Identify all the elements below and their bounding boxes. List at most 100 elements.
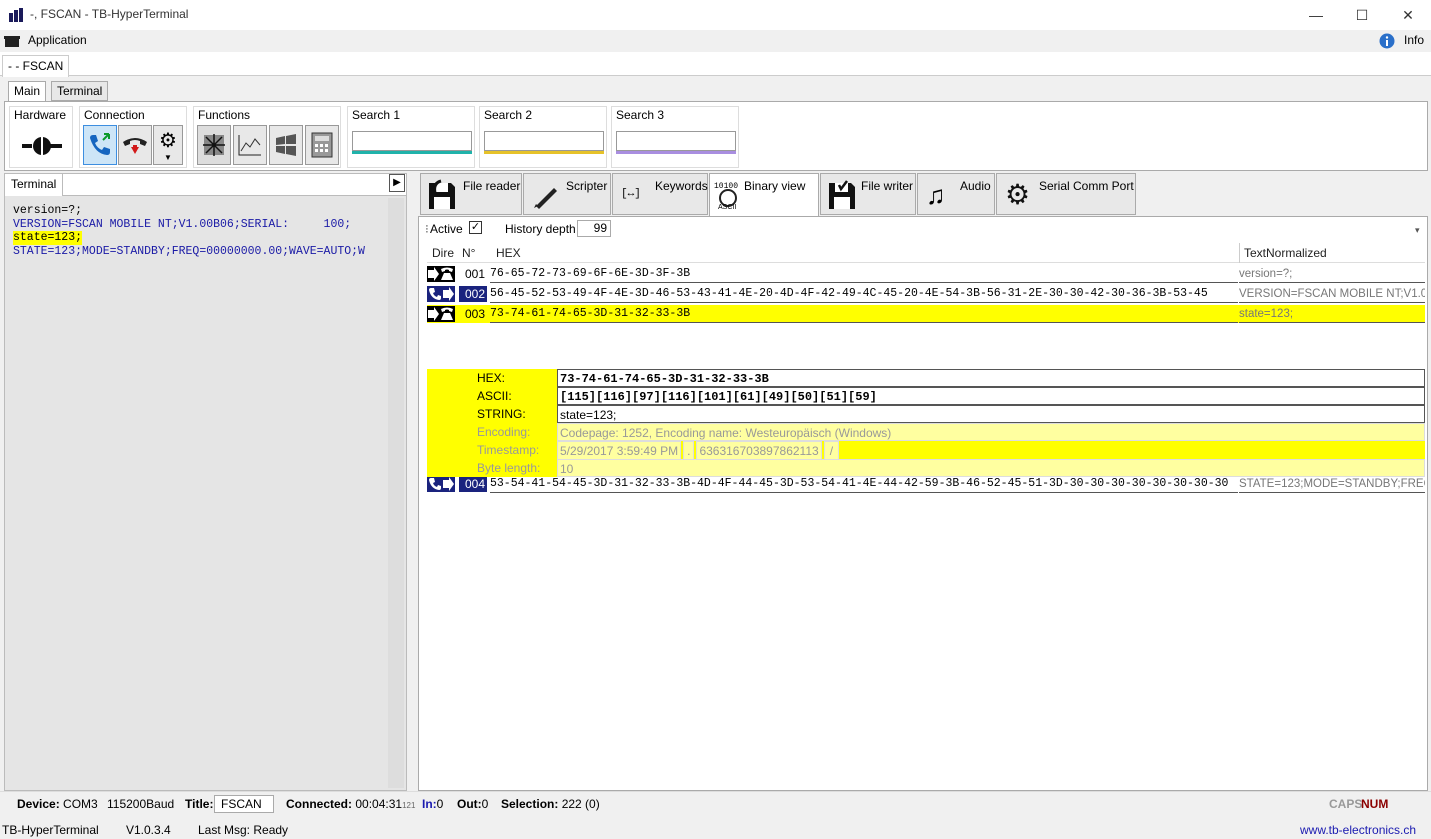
calculator-icon <box>311 132 333 158</box>
connect-button[interactable] <box>83 125 117 165</box>
group-functions: Functions <box>193 106 341 168</box>
group-search1: Search 1 <box>347 106 475 168</box>
search3-input[interactable] <box>616 131 736 151</box>
direction-out-icon <box>427 266 455 282</box>
detail-string-value[interactable]: state=123; <box>557 405 1425 423</box>
status-title-label: Title: <box>185 797 214 811</box>
minimize-button[interactable]: — <box>1293 0 1339 30</box>
search3-label: Search 3 <box>616 108 665 122</box>
detail-ascii-label: ASCII: <box>477 389 512 403</box>
row-hex[interactable]: 53-54-41-54-45-3D-31-32-33-3B-4D-4F-44-4… <box>490 475 1238 493</box>
search1-label: Search 1 <box>352 108 401 122</box>
connection-settings-button[interactable]: ⚙ ▼ <box>153 125 183 165</box>
app-logo-icon <box>9 8 23 22</box>
detail-bytelen-label: Byte length: <box>477 461 541 475</box>
table-row[interactable]: 003 73-74-61-74-65-3D-31-32-33-3B state=12… <box>427 305 1425 323</box>
row-text[interactable]: STATE=123;MODE=STANDBY;FREQ= <box>1239 475 1425 493</box>
row-text[interactable]: state=123; <box>1239 305 1425 323</box>
table-row[interactable]: 001 76-65-72-73-69-6F-6E-3D-3F-3B version=… <box>427 265 1425 283</box>
tab-binary-view[interactable]: 10100 ASCII Binary view <box>709 173 819 216</box>
detail-hex-value[interactable]: 73-74-61-74-65-3D-31-32-33-3B <box>557 369 1425 387</box>
toolbar-overflow-icon[interactable]: ▾ <box>1415 225 1420 236</box>
history-depth-input[interactable]: 99 <box>577 220 611 237</box>
search1-input[interactable] <box>352 131 472 151</box>
ribbon-tab-main[interactable]: Main <box>8 81 47 102</box>
active-checkbox[interactable]: ✓ <box>469 221 482 234</box>
plug-icon[interactable] <box>22 133 62 159</box>
floppy-icon <box>429 179 455 209</box>
row-number: 003 <box>464 307 485 321</box>
detail-hex-label: HEX: <box>477 371 506 385</box>
row-hex[interactable]: 73-74-61-74-65-3D-31-32-33-3B <box>490 305 1238 323</box>
document-tabstrip: - - FSCAN <box>0 52 1431 77</box>
gear-icon: ⚙ <box>159 129 177 152</box>
detail-timestamp-sep: . <box>683 441 695 461</box>
disconnect-button[interactable] <box>118 125 152 165</box>
row-hex[interactable]: 76-65-72-73-69-6F-6E-3D-3F-3B <box>490 265 1238 283</box>
search2-input[interactable] <box>484 131 604 151</box>
col-header-num[interactable]: N° <box>462 243 475 263</box>
col-header-dir[interactable]: Dire <box>432 243 454 263</box>
pen-icon <box>534 188 557 209</box>
status-title-input[interactable]: FSCAN <box>214 795 274 813</box>
status-in-label: In: <box>422 797 437 811</box>
tab-scripter-label: Scripter <box>566 179 608 193</box>
tab-audio[interactable]: ♫ Audio <box>917 173 995 215</box>
tab-keywords[interactable]: [↔] Keywords <box>612 173 708 215</box>
terminal-tab[interactable]: Terminal <box>5 174 64 196</box>
panel-collapse-arrow-icon[interactable]: ▶ <box>389 174 405 192</box>
close-button[interactable]: ✕ <box>1385 0 1431 30</box>
col-header-text[interactable]: TextNormalized <box>1244 243 1327 263</box>
group-connection-label: Connection <box>84 108 145 122</box>
status-device: COM3 <box>63 797 98 811</box>
tab-file-writer[interactable]: File writer <box>820 173 916 215</box>
row-number: 004 <box>459 476 487 492</box>
col-divider[interactable] <box>1239 243 1240 263</box>
tab-scripter[interactable]: Scripter <box>523 173 611 215</box>
tab-serial-comm-port[interactable]: ⚙ Serial Comm Port <box>996 173 1136 215</box>
direction-in-icon <box>427 476 455 492</box>
svg-text:ASCII: ASCII <box>718 204 736 211</box>
group-hardware: Hardware <box>9 106 73 168</box>
toolbar-grip: ⁝ <box>425 222 429 236</box>
windows-icon <box>276 134 296 156</box>
terminal-line: VERSION=FSCAN MOBILE NT;V1.00B06;SERIAL:… <box>13 217 352 231</box>
row-text[interactable]: VERSION=FSCAN MOBILE NT;V1.00 <box>1239 285 1425 303</box>
tab-file-reader[interactable]: File reader <box>420 173 522 215</box>
function-button-4[interactable] <box>305 125 339 165</box>
ribbon-tab-terminal[interactable]: Terminal <box>51 81 109 101</box>
menu-application[interactable]: Application <box>28 33 87 47</box>
telephone-icon <box>4 36 20 47</box>
detail-ascii-value[interactable]: [115][116][97][116][101][61][49][50][51]… <box>557 387 1425 405</box>
row-hex[interactable]: 56-45-52-53-49-4F-4E-3D-46-53-43-41-4E-2… <box>490 285 1238 303</box>
row-number: 002 <box>459 286 487 302</box>
spark-icon <box>203 134 225 156</box>
menu-info[interactable]: Info <box>1404 33 1424 47</box>
tab-keywords-label: Keywords <box>655 179 708 193</box>
footer-url-link[interactable]: www.tb-electronics.ch <box>1300 823 1416 837</box>
table-row[interactable]: 002 56-45-52-53-49-4F-4E-3D-46-53-43-41-4… <box>427 285 1425 303</box>
panel-splitter[interactable] <box>410 173 418 791</box>
terminal-tabstrip <box>5 174 406 196</box>
terminal-line: STATE=123;MODE=STANDBY;FREQ=00000000.00;… <box>13 244 365 258</box>
status-selection: 222 (0) <box>561 797 600 811</box>
footer-app-name: TB-HyperTerminal <box>2 823 99 837</box>
function-button-2[interactable] <box>233 125 267 165</box>
table-row[interactable]: 004 53-54-41-54-45-3D-31-32-33-3B-4D-4F-4… <box>427 475 1425 493</box>
status-baud: 115200Baud <box>107 797 175 811</box>
floppy-write-icon <box>829 180 855 209</box>
function-button-3[interactable] <box>269 125 303 165</box>
window-title: -, FSCAN - TB-HyperTerminal <box>30 7 189 21</box>
menu-bar: Application Info <box>0 30 1431 52</box>
col-header-hex[interactable]: HEX <box>496 243 521 263</box>
function-button-1[interactable] <box>197 125 231 165</box>
doc-tab-fscan[interactable]: - - FSCAN <box>2 55 70 77</box>
keywords-icon: [↔] <box>621 188 641 200</box>
row-text[interactable]: version=?; <box>1239 265 1425 283</box>
terminal-line: state=123; <box>13 231 83 245</box>
terminal-scrollbar[interactable] <box>388 198 404 788</box>
info-icon[interactable] <box>1379 33 1395 49</box>
detail-encoding-label: Encoding: <box>477 425 531 439</box>
tools-panel: File reader Scripter [↔] Keywords 10100 A… <box>418 173 1428 791</box>
maximize-button[interactable]: ☐ <box>1339 0 1385 30</box>
